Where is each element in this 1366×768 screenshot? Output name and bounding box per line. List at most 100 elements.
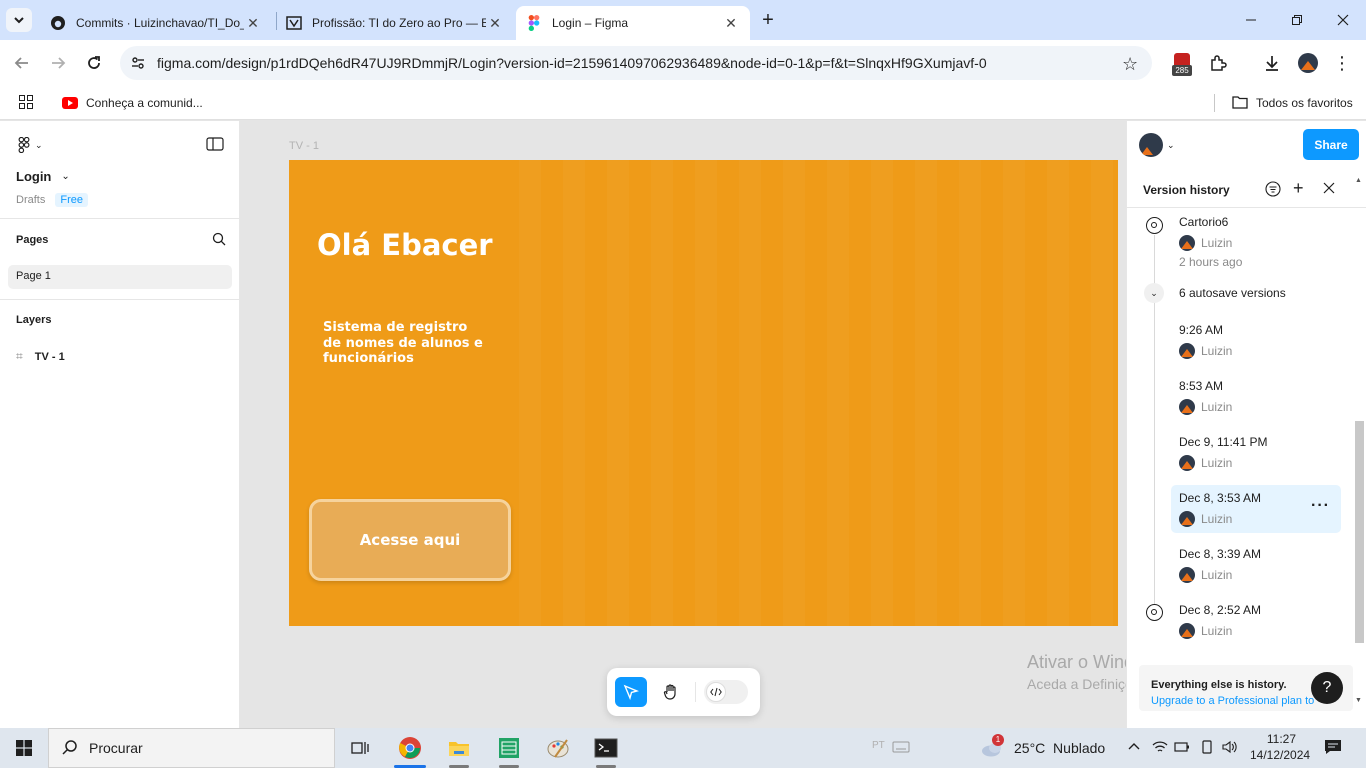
version-time: Dec 8, 2:52 AM bbox=[1179, 603, 1262, 617]
chrome-taskbar-icon[interactable] bbox=[394, 732, 426, 764]
toggle-panel-icon[interactable] bbox=[206, 137, 224, 154]
task-view-icon[interactable] bbox=[344, 732, 376, 764]
close-icon[interactable]: ✕ bbox=[244, 14, 262, 32]
phone-link-icon[interactable] bbox=[1200, 740, 1214, 757]
back-icon[interactable] bbox=[10, 51, 34, 75]
close-icon[interactable]: ✕ bbox=[722, 14, 740, 32]
window-close-icon[interactable] bbox=[1328, 8, 1358, 32]
upgrade-link[interactable]: Upgrade to a Professional plan to bbox=[1151, 695, 1314, 707]
search-icon bbox=[62, 740, 77, 755]
dev-mode-toggle[interactable] bbox=[704, 680, 748, 704]
terminal-app-icon[interactable] bbox=[590, 732, 622, 764]
version-user: Luizin bbox=[1201, 456, 1233, 470]
layer-item[interactable]: ⌗ TV - 1 bbox=[16, 349, 65, 364]
apps-grid-icon[interactable] bbox=[16, 92, 36, 112]
hand-tool-button[interactable] bbox=[655, 677, 687, 707]
volume-icon[interactable] bbox=[1222, 740, 1238, 757]
taskbar-search[interactable]: Procurar bbox=[48, 728, 335, 768]
add-version-icon[interactable]: + bbox=[1293, 178, 1304, 199]
minimize-icon[interactable] bbox=[1236, 8, 1266, 32]
version-item[interactable]: Dec 9, 11:41 PM Luizin bbox=[1171, 431, 1341, 475]
notification-center-icon[interactable] bbox=[1324, 739, 1342, 758]
spreadsheet-app-icon[interactable] bbox=[493, 732, 525, 764]
forward-icon[interactable] bbox=[46, 51, 70, 75]
file-location[interactable]: Drafts bbox=[16, 194, 45, 206]
version-item[interactable]: Dec 8, 2:52 AM Luizin bbox=[1127, 599, 1342, 643]
address-bar[interactable]: figma.com/design/p1rdDQeh6dR47UJ9RDmmjR/… bbox=[120, 46, 1152, 80]
chevron-up-icon[interactable] bbox=[1127, 740, 1141, 754]
autosave-group-toggle[interactable]: ⌄ 6 autosave versions bbox=[1127, 281, 1342, 305]
reload-icon[interactable] bbox=[82, 51, 106, 75]
cloud-icon: 1 bbox=[980, 734, 1006, 758]
file-name-menu[interactable]: Login ⌄ bbox=[16, 169, 70, 184]
taskbar-clock[interactable]: 11:27 14/12/2024 bbox=[1250, 731, 1310, 763]
tab-title: Profissão: TI do Zero ao Pro — EBAC bbox=[312, 16, 486, 30]
site-settings-icon[interactable] bbox=[130, 55, 146, 74]
tab-figma-login[interactable]: Login – Figma ✕ bbox=[516, 6, 750, 40]
frame-subtitle[interactable]: Sistema de registro de nomes de alunos e… bbox=[323, 320, 483, 367]
move-tool-button[interactable] bbox=[615, 677, 647, 707]
profile-avatar[interactable] bbox=[1298, 53, 1318, 73]
extensions-puzzle-icon[interactable] bbox=[1206, 51, 1230, 75]
bookmark-star-icon[interactable]: ☆ bbox=[1122, 54, 1138, 75]
pages-header: Pages bbox=[16, 234, 49, 246]
plan-badge[interactable]: Free bbox=[55, 193, 88, 207]
keyboard-icon[interactable] bbox=[892, 740, 910, 757]
frame-label[interactable]: TV - 1 bbox=[289, 140, 319, 152]
wifi-icon[interactable] bbox=[1152, 740, 1168, 757]
windows-taskbar: Procurar PT 1 25°C Nublado 11:27 14/12/2… bbox=[0, 728, 1366, 768]
frame-heading[interactable]: Olá Ebacer bbox=[317, 228, 493, 262]
version-item[interactable]: Dec 8, 3:39 AM Luizin bbox=[1171, 543, 1341, 587]
more-options-icon[interactable]: ··· bbox=[1311, 497, 1330, 515]
windows-start-icon[interactable] bbox=[8, 732, 40, 764]
named-version-item[interactable]: Cartorio6 Luizin 2 hours ago bbox=[1127, 209, 1342, 269]
chevron-down-icon: ⌄ bbox=[35, 139, 43, 150]
paint-app-icon[interactable] bbox=[542, 732, 574, 764]
version-item[interactable]: 8:53 AM Luizin bbox=[1171, 375, 1341, 419]
ime-indicator[interactable]: PT bbox=[872, 740, 885, 751]
search-icon[interactable] bbox=[212, 232, 226, 249]
weather-text: 25°C Nublado bbox=[1014, 740, 1106, 756]
figma-main-menu[interactable]: ⌄ bbox=[18, 137, 43, 153]
help-button[interactable]: ? bbox=[1311, 672, 1343, 704]
browser-menu-icon[interactable]: ⋮ bbox=[1330, 51, 1354, 75]
bookmark-label: Conheça a comunid... bbox=[86, 96, 203, 110]
folder-icon bbox=[1232, 95, 1248, 112]
download-icon[interactable] bbox=[1260, 51, 1284, 75]
tab-search-icon[interactable] bbox=[6, 8, 32, 32]
access-button[interactable]: Acesse aqui bbox=[309, 499, 511, 581]
tab-ebac[interactable]: Profissão: TI do Zero ao Pro — EBAC ✕ bbox=[276, 6, 514, 40]
close-icon[interactable]: ✕ bbox=[486, 14, 504, 32]
user-menu[interactable]: ⌄ bbox=[1139, 133, 1175, 157]
page-item[interactable]: Page 1 bbox=[8, 265, 232, 289]
version-target-icon bbox=[1146, 604, 1163, 621]
figma-canvas[interactable]: TV - 1 Olá Ebacer Sistema de registro de… bbox=[241, 121, 1126, 728]
battery-icon[interactable] bbox=[1174, 741, 1190, 756]
version-item[interactable]: 9:26 AM Luizin bbox=[1171, 319, 1341, 363]
version-time: 2 hours ago bbox=[1179, 255, 1243, 269]
tab-github-commits[interactable]: Commits · Luizinchavao/TI_Do_Zero ✕ bbox=[40, 6, 272, 40]
new-tab-icon[interactable]: + bbox=[756, 8, 780, 32]
share-button[interactable]: Share bbox=[1303, 129, 1359, 160]
extension-icon-badge[interactable]: 285 bbox=[1172, 53, 1192, 76]
file-explorer-icon[interactable] bbox=[443, 732, 475, 764]
chevron-down-icon: ⌄ bbox=[61, 171, 70, 182]
subtitle-line: Sistema de registro bbox=[323, 320, 468, 335]
weather-widget[interactable]: 1 25°C Nublado bbox=[980, 734, 1105, 762]
extension-badge-count: 285 bbox=[1172, 65, 1192, 76]
filter-icon[interactable] bbox=[1265, 181, 1281, 200]
version-user: Luizin bbox=[1201, 568, 1233, 582]
all-favorites-folder[interactable]: Todos os favoritos bbox=[1232, 93, 1353, 113]
scrollbar[interactable]: ▲ ▼ bbox=[1353, 177, 1364, 707]
version-item-selected[interactable]: Dec 8, 3:53 AM Luizin ··· bbox=[1171, 485, 1341, 533]
version-target-icon bbox=[1146, 217, 1163, 234]
all-favorites-label: Todos os favoritos bbox=[1256, 96, 1353, 110]
browser-tab-bar: Commits · Luizinchavao/TI_Do_Zero ✕ Prof… bbox=[0, 0, 1366, 40]
version-history-panel: ⌄ Share Version history + Cartorio6 Luiz… bbox=[1126, 121, 1366, 728]
restore-icon[interactable] bbox=[1282, 8, 1312, 32]
bookmark-youtube[interactable]: Conheça a comunid... bbox=[62, 93, 203, 113]
avatar bbox=[1179, 343, 1195, 359]
tv-frame[interactable]: Olá Ebacer Sistema de registro de nomes … bbox=[289, 160, 1118, 626]
avatar bbox=[1179, 567, 1195, 583]
close-icon[interactable] bbox=[1323, 182, 1335, 197]
